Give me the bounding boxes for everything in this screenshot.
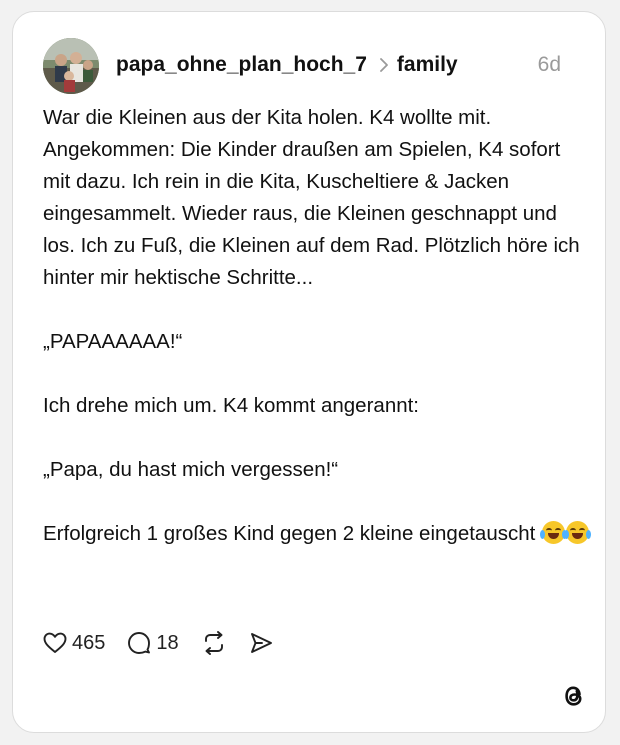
reply-count: 18: [156, 631, 179, 654]
post-paragraph: „Papa, du hast mich vergessen!“: [43, 458, 339, 481]
threads-logo-icon: [565, 686, 582, 706]
post-paragraph: „PAPAAAAAA!“: [43, 330, 183, 353]
repost-icon: [204, 631, 223, 655]
post-paragraph: Ich drehe mich um. K4 kommt angerannt:: [43, 394, 420, 417]
reply-button[interactable]: 18: [127, 631, 179, 655]
post-card: papa_ohne_plan_hoch_7 family 6d War die …: [12, 11, 606, 733]
heart-icon: [43, 632, 67, 653]
chevron-right-icon: [379, 57, 389, 73]
comment-icon: [128, 632, 151, 654]
post-paragraph-last: Erfolgreich 1 großes Kind gegen 2 kleine…: [43, 518, 593, 550]
share-button[interactable]: [249, 631, 273, 655]
like-button[interactable]: 465: [43, 632, 105, 655]
username[interactable]: papa_ohne_plan_hoch_7: [116, 53, 367, 77]
tears-of-joy-emoji-icon: [540, 521, 568, 544]
avatar[interactable]: [43, 38, 99, 94]
post-header: papa_ohne_plan_hoch_7 family 6d: [116, 50, 561, 80]
post-timestamp: 6d: [537, 53, 561, 76]
post-body: War die Kleinen aus der Kita holen. K4 w…: [43, 102, 593, 550]
like-count: 465: [72, 631, 106, 654]
post-paragraph: War die Kleinen aus der Kita holen. K4 w…: [43, 106, 580, 289]
tears-of-joy-emoji-icon: [564, 521, 592, 544]
post-text: Erfolgreich 1 großes Kind gegen 2 kleine…: [43, 522, 536, 545]
avatar-photo: [43, 38, 99, 94]
topic-tag[interactable]: family: [397, 53, 458, 77]
action-bar: 465 18: [43, 628, 295, 658]
repost-button[interactable]: [201, 631, 227, 655]
send-icon: [250, 633, 272, 653]
